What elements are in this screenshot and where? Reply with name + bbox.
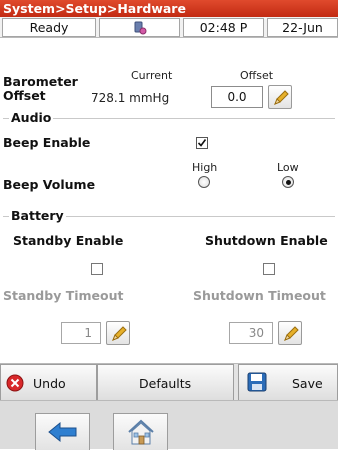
status-time: 02:48 P <box>183 18 264 37</box>
undo-button[interactable]: Undo <box>0 364 97 401</box>
back-button[interactable] <box>35 413 90 450</box>
action-toolbar: Undo Defaults Save <box>0 363 338 401</box>
shutdown-enable-checkbox[interactable] <box>263 263 275 275</box>
defaults-label: Defaults <box>139 376 192 391</box>
save-label: Save <box>292 376 323 391</box>
sensor-icon <box>99 18 180 37</box>
radio-selected-dot <box>286 180 291 185</box>
status-bar: Ready 02:48 P 22-Jun <box>0 17 338 38</box>
checkmark-icon <box>197 139 207 147</box>
volume-high-label: High <box>192 161 218 174</box>
offset-header: Offset <box>240 69 274 82</box>
shutdown-timeout-field[interactable]: 30 <box>229 322 273 344</box>
home-button[interactable] <box>113 413 168 450</box>
shutdown-timeout-label: Shutdown Timeout <box>193 288 326 303</box>
undo-label: Undo <box>33 376 66 391</box>
standby-enable-label: Standby Enable <box>13 233 124 248</box>
floppy-disk-icon <box>247 372 267 392</box>
current-pressure-value: 728.1 mmHg <box>91 91 170 105</box>
offset-label: Offset <box>3 88 46 103</box>
defaults-button[interactable]: Defaults <box>97 364 234 401</box>
barometer-label: Barometer <box>3 74 78 89</box>
beep-enable-label: Beep Enable <box>3 135 91 150</box>
edit-standby-timeout-button[interactable] <box>106 321 130 345</box>
edit-offset-button[interactable] <box>268 85 292 109</box>
beep-enable-checkbox[interactable] <box>196 137 208 149</box>
window-title: System>Setup>Hardware <box>0 0 338 17</box>
navigation-bar <box>0 400 338 450</box>
undo-icon <box>6 374 24 392</box>
volume-low-label: Low <box>277 161 299 174</box>
beep-volume-label: Beep Volume <box>3 177 96 192</box>
standby-timeout-label: Standby Timeout <box>3 288 124 303</box>
status-date: 22-Jun <box>267 18 338 37</box>
pencil-icon <box>112 326 127 341</box>
audio-legend: Audio <box>9 110 54 125</box>
pencil-icon <box>274 90 289 105</box>
home-icon <box>128 419 154 445</box>
edit-shutdown-timeout-button[interactable] <box>278 321 302 345</box>
save-button[interactable]: Save <box>238 364 338 401</box>
battery-legend: Battery <box>9 208 66 223</box>
shutdown-enable-label: Shutdown Enable <box>205 233 328 248</box>
volume-high-radio[interactable] <box>198 176 210 188</box>
hardware-settings-panel: Barometer Offset Current Offset 728.1 mm… <box>0 38 338 363</box>
pencil-icon <box>284 326 299 341</box>
current-header: Current <box>131 69 173 82</box>
volume-low-radio[interactable] <box>282 176 294 188</box>
back-arrow-icon <box>48 421 77 443</box>
standby-timeout-field[interactable]: 1 <box>61 322 101 344</box>
barometer-offset-field[interactable]: 0.0 <box>211 86 263 108</box>
standby-enable-checkbox[interactable] <box>91 263 103 275</box>
status-text: Ready <box>2 18 96 37</box>
